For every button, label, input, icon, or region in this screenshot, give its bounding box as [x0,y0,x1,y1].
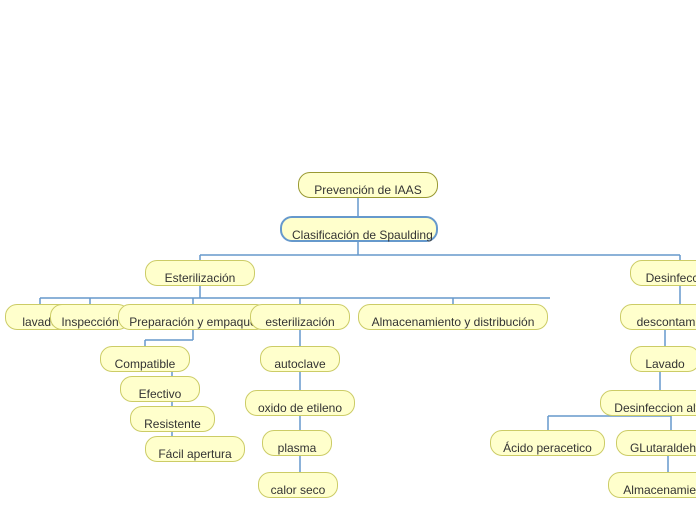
node-label-autoclave: autoclave [274,357,325,371]
node-lavado2: Lavado [630,346,696,372]
node-label-esterilizacion2: esterilización [265,315,334,329]
node-label-desinfeccion_alto: Desinfeccion alto [614,401,696,415]
node-label-calor_seco: calor seco [271,483,326,497]
node-oxido_etileno: oxido de etileno [245,390,355,416]
node-label-preparacion: Preparación y empaque [129,315,256,329]
node-descontamina: descontaminación [620,304,696,330]
node-desinfeccion_alto: Desinfeccion alto [600,390,696,416]
node-label-inspeccion: Inspección [61,315,118,329]
node-label-glutaraldehido: GLutaraldehido [630,441,696,455]
node-esterilizacion2: esterilización [250,304,350,330]
node-efectivo: Efectivo [120,376,200,402]
node-desinfeccion: Desinfección [630,260,696,286]
node-compatible: Compatible [100,346,190,372]
node-label-resistente: Resistente [144,417,201,431]
node-label-facil_apertura: Fácil apertura [158,447,231,461]
node-almacenamiento2: Almacenamiento [608,472,696,498]
node-label-almacenamiento: Almacenamiento y distribución [372,315,535,329]
node-label-oxido_etileno: oxido de etileno [258,401,342,415]
node-label-almacenamiento2: Almacenamiento [623,483,696,497]
node-facil_apertura: Fácil apertura [145,436,245,462]
node-root: Prevención de IAAS [298,172,438,198]
node-classification: Clasificación de Spaulding [280,216,438,242]
node-label-plasma: plasma [278,441,317,455]
node-preparacion: Preparación y empaque [118,304,268,330]
node-label-lavado2: Lavado [645,357,684,371]
node-label-classification: Clasificación de Spaulding [292,228,433,242]
node-glutaraldehido: GLutaraldehido [616,430,696,456]
node-calor_seco: calor seco [258,472,338,498]
node-esterilizacion: Esterilización [145,260,255,286]
node-label-esterilizacion: Esterilización [165,271,236,285]
node-label-desinfeccion: Desinfección [646,271,696,285]
node-label-efectivo: Efectivo [139,387,182,401]
node-label-compatible: Compatible [115,357,176,371]
node-resistente: Resistente [130,406,215,432]
node-plasma: plasma [262,430,332,456]
node-label-descontamina: descontaminación [637,315,696,329]
node-almacenamiento: Almacenamiento y distribución [358,304,548,330]
node-label-acido_peracetico: Ácido peracetico [503,441,592,455]
node-acido_peracetico: Ácido peracetico [490,430,605,456]
node-label-root: Prevención de IAAS [314,183,421,197]
node-autoclave: autoclave [260,346,340,372]
